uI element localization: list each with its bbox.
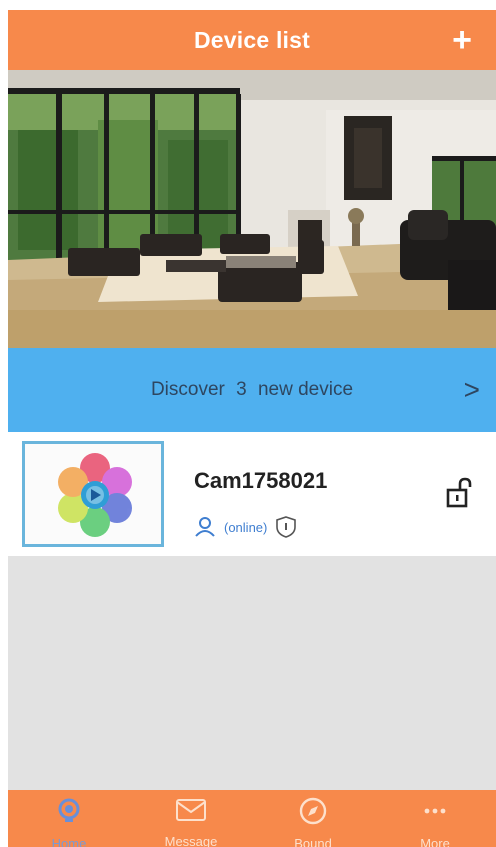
banner-image [8, 70, 496, 348]
unlock-icon[interactable] [444, 476, 474, 510]
discover-prefix: Discover [150, 379, 225, 400]
add-device-button[interactable]: + [444, 20, 480, 60]
discover-text: Discover 3 new device [148, 379, 356, 401]
user-icon [195, 517, 215, 537]
device-thumbnail[interactable] [22, 441, 164, 547]
nav-item-more[interactable]: More [374, 790, 496, 847]
nav-label-message: Message [164, 834, 218, 847]
chevron-right-icon[interactable]: > [464, 374, 480, 406]
discover-suffix: new device [257, 379, 354, 400]
more-icon [424, 808, 446, 814]
device-status-row: (online) [194, 514, 297, 540]
nav-item-message[interactable]: Message [130, 790, 252, 847]
home-icon [58, 798, 80, 822]
device-status: (online) [224, 519, 268, 535]
nav-item-home[interactable]: Home [8, 790, 130, 847]
device-name: Cam1758021 [194, 468, 328, 493]
nav-item-bound[interactable]: Bound [252, 790, 374, 847]
flower-logo-icon [58, 453, 132, 537]
nav-label-more: More [420, 836, 450, 847]
compass-icon [299, 797, 327, 825]
app-screen: Device list + Discover 3 new device > Ca… [8, 10, 496, 847]
nav-label-home: Home [51, 836, 87, 847]
discover-count: 3 [236, 379, 247, 400]
device-row[interactable]: Cam1758021 (online) [8, 432, 496, 556]
nav-label-bound: Bound [294, 836, 332, 847]
shield-icon[interactable] [275, 515, 297, 539]
app-header: Device list + [8, 10, 496, 70]
message-icon [176, 799, 206, 821]
discover-bar[interactable]: Discover 3 new device > [8, 348, 496, 432]
page-title: Device list [194, 26, 310, 53]
bottom-nav: Home Message Bound More [8, 790, 496, 847]
